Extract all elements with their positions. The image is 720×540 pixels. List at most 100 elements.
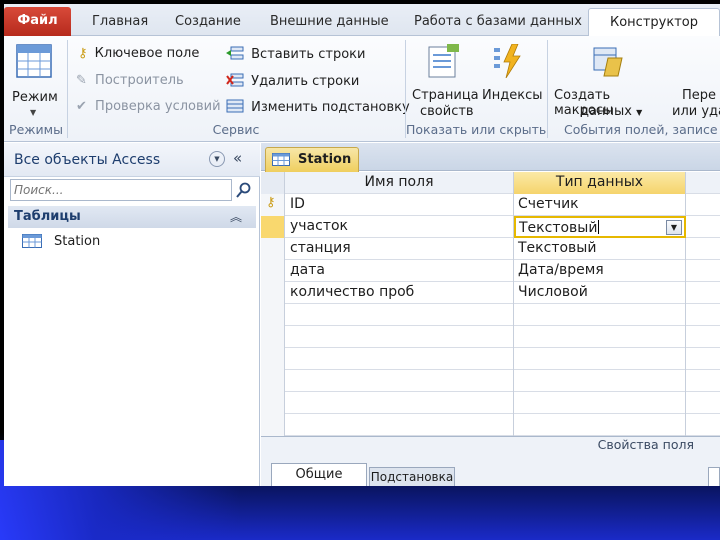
table-row[interactable]: количество проб Числовой <box>261 282 720 304</box>
collapse-pane-icon[interactable]: « <box>233 149 242 167</box>
prop-tab-general[interactable]: Общие <box>271 463 367 486</box>
row-selector[interactable] <box>261 260 285 282</box>
row-selector[interactable] <box>261 216 285 238</box>
dropdown-arrow-icon[interactable]: ▼ <box>666 220 682 235</box>
row-selector[interactable] <box>261 414 285 436</box>
navigation-pane: Все объекты Access ▼ « Таблицы ︽ Station <box>4 143 260 486</box>
test-validation-button[interactable]: ✔ Проверка условий <box>76 99 221 114</box>
empty-row[interactable] <box>261 326 720 348</box>
create-data-macros-label-text: данных <box>580 104 632 119</box>
builder-icon: ✎ <box>76 73 87 88</box>
access-window: Файл Главная Создание Внешние данные Раб… <box>4 4 720 486</box>
row-selector[interactable] <box>261 238 285 260</box>
delete-rows-icon <box>226 73 244 87</box>
text-cursor <box>598 220 600 234</box>
test-validation-label: Проверка условий <box>95 99 221 114</box>
row-selector[interactable] <box>261 348 285 370</box>
row-selector[interactable] <box>261 392 285 414</box>
row-selector[interactable] <box>261 304 285 326</box>
search-icon[interactable] <box>234 179 254 201</box>
group-label-views: Режимы <box>9 122 63 137</box>
table-design-view: Station Имя поля Тип данных ⚷ ID Счетчик <box>261 143 720 486</box>
row-selector[interactable] <box>261 326 285 348</box>
data-type-cell[interactable]: Текстовый <box>514 238 686 260</box>
group-label-tools: Сервис <box>212 122 260 137</box>
group-label-showhide: Показать или скрыть <box>406 122 547 137</box>
data-type-cell[interactable]: Дата/время <box>514 260 686 282</box>
data-type-select[interactable]: Текстовый ▼ <box>514 216 686 238</box>
rename-delete-macro-button[interactable]: Пере или уда <box>672 40 720 120</box>
data-type-cell[interactable] <box>514 304 686 326</box>
data-type-cell[interactable] <box>514 414 686 436</box>
field-name-cell[interactable] <box>285 326 514 348</box>
table-row[interactable]: станция Текстовый <box>261 238 720 260</box>
field-name-cell[interactable] <box>285 392 514 414</box>
nav-group-tables[interactable]: Таблицы ︽ <box>8 206 256 228</box>
empty-row[interactable] <box>261 348 720 370</box>
field-name-cell[interactable]: станция <box>285 238 514 260</box>
empty-row[interactable] <box>261 414 720 436</box>
field-name-cell[interactable] <box>285 414 514 436</box>
field-name-cell[interactable] <box>285 370 514 392</box>
property-sheet-label-line1: Страница <box>412 88 479 103</box>
collapse-group-icon[interactable]: ︽ <box>230 208 242 225</box>
delete-rows-label: Удалить строки <box>251 74 360 89</box>
tab-file[interactable]: Файл <box>4 7 71 36</box>
insert-rows-button[interactable]: Вставить строки <box>226 46 365 62</box>
property-sheet-icon <box>428 44 459 78</box>
delete-rows-button[interactable]: Удалить строки <box>226 73 359 89</box>
group-label-events: События полей, записе <box>564 122 718 137</box>
create-data-macros-button[interactable]: Создать макросы данных ▼ <box>550 40 670 120</box>
empty-row[interactable] <box>261 392 720 414</box>
row-selector[interactable] <box>261 370 285 392</box>
modify-lookups-button[interactable]: Изменить подстановку <box>226 99 410 115</box>
field-name-cell[interactable] <box>285 348 514 370</box>
table-row[interactable]: дата Дата/время <box>261 260 720 282</box>
data-type-value: Текстовый <box>519 220 598 236</box>
nav-pane-header[interactable]: Все объекты Access ▼ « <box>4 143 260 177</box>
tab-external-data[interactable]: Внешние данные <box>270 10 389 34</box>
ribbon: Режим ▼ Режимы ⚷ Ключевое поле ✎ Построи… <box>4 36 720 142</box>
document-tab-station[interactable]: Station <box>265 147 359 172</box>
table-icon <box>272 153 290 166</box>
field-name-cell[interactable]: ID <box>285 194 514 216</box>
search-input[interactable] <box>10 179 232 201</box>
data-type-cell[interactable]: Числовой <box>514 282 686 304</box>
empty-row[interactable] <box>261 304 720 326</box>
view-button[interactable]: Режим ▼ <box>6 40 62 120</box>
nav-item-station[interactable]: Station <box>18 231 248 253</box>
field-name-cell[interactable]: количество проб <box>285 282 514 304</box>
property-sheet-button[interactable]: Страница свойств <box>408 40 482 120</box>
insert-rows-icon <box>226 46 244 60</box>
tab-database-tools[interactable]: Работа с базами данных <box>414 10 582 34</box>
prop-tab-lookup[interactable]: Подстановка <box>369 467 455 486</box>
table-icon <box>22 234 42 248</box>
data-type-cell[interactable] <box>514 326 686 348</box>
field-name-cell[interactable]: дата <box>285 260 514 282</box>
row-selector[interactable] <box>261 282 285 304</box>
data-type-cell[interactable] <box>514 348 686 370</box>
table-row[interactable]: участок Текстовый ▼ <box>261 216 720 238</box>
data-type-cell[interactable]: Счетчик <box>514 194 686 216</box>
field-properties-title: Свойства поля <box>597 437 694 452</box>
empty-row[interactable] <box>261 370 720 392</box>
primary-key-label: Ключевое поле <box>94 46 200 61</box>
field-name-cell[interactable]: участок <box>285 216 514 238</box>
builder-button[interactable]: ✎ Построитель <box>76 73 184 88</box>
tab-create[interactable]: Создание <box>175 10 241 34</box>
primary-key-button[interactable]: ⚷ Ключевое поле <box>78 46 199 61</box>
indexes-button[interactable]: Индексы <box>480 40 542 120</box>
field-name-cell[interactable] <box>285 304 514 326</box>
select-all-corner[interactable] <box>261 172 285 194</box>
table-row[interactable]: ⚷ ID Счетчик <box>261 194 720 216</box>
nav-item-label: Station <box>54 234 101 249</box>
row-selector[interactable]: ⚷ <box>261 194 285 216</box>
data-type-cell[interactable] <box>514 370 686 392</box>
data-type-cell[interactable] <box>514 392 686 414</box>
primary-key-icon: ⚷ <box>266 195 276 210</box>
tab-home[interactable]: Главная <box>92 10 148 34</box>
nav-menu-dropdown-icon[interactable]: ▼ <box>209 151 225 167</box>
tab-design[interactable]: Конструктор <box>588 8 720 37</box>
ribbon-tab-bar: Файл Главная Создание Внешние данные Раб… <box>4 4 720 37</box>
insert-rows-label: Вставить строки <box>251 47 366 62</box>
